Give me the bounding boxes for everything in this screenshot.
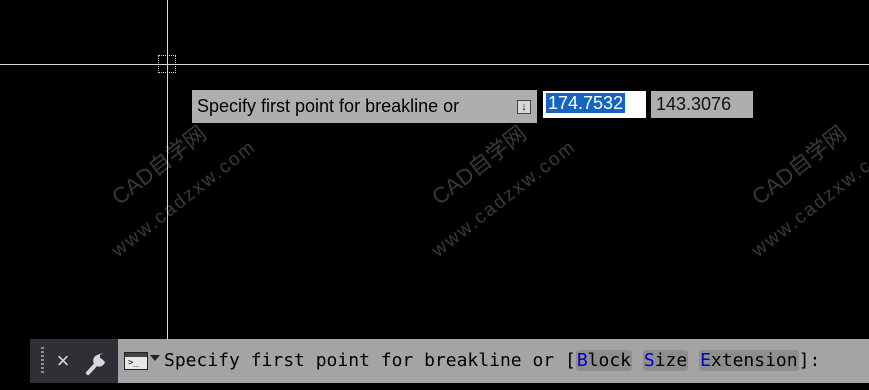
command-line: × >_ Specify first point for breakline o…: [30, 339, 869, 383]
crosshair-vertical: [167, 0, 168, 339]
option-size[interactable]: Size: [642, 350, 689, 371]
drawing-canvas[interactable]: CAD自学网 www.cadzxw.com CAD自学网 www.cadzxw.…: [0, 0, 869, 390]
watermark-site: www.cadzxw.com: [748, 136, 869, 262]
command-window-icon[interactable]: >_: [124, 352, 148, 370]
watermark-brand: CAD自学网: [747, 120, 852, 210]
crosshair-horizontal: [0, 64, 869, 65]
option-key: S: [643, 350, 655, 371]
close-icon[interactable]: ×: [52, 348, 74, 374]
watermark-site: www.cadzxw.com: [428, 136, 581, 262]
watermark-brand: CAD自学网: [107, 120, 212, 210]
option-rest: xtension: [710, 350, 798, 371]
option-key: B: [576, 350, 588, 371]
watermark-site: www.cadzxw.com: [108, 136, 261, 262]
wrench-icon[interactable]: [84, 346, 110, 376]
command-line-controls: ×: [30, 339, 118, 383]
command-suffix: ]:: [798, 350, 821, 371]
watermark-brand: CAD自学网: [427, 120, 532, 210]
x-coordinate-input[interactable]: 174.7532: [543, 91, 646, 118]
option-block[interactable]: Block: [575, 350, 633, 371]
cursor-pickbox: [158, 55, 176, 73]
command-prompt: Specify first point for breakline or [: [164, 350, 576, 371]
options-arrow-icon[interactable]: ↓: [517, 100, 531, 114]
dynamic-input-prompt: Specify first point for breakline or: [192, 90, 537, 123]
option-key: E: [700, 350, 711, 371]
y-coordinate-input[interactable]: 143.3076: [651, 91, 753, 118]
option-extension[interactable]: Extension: [699, 350, 799, 371]
command-line-text[interactable]: Specify first point for breakline or [Bl…: [164, 339, 820, 383]
grip-handle[interactable]: [41, 347, 44, 375]
chevron-down-icon[interactable]: [150, 355, 160, 361]
option-rest: lock: [587, 350, 632, 371]
option-rest: ize: [654, 350, 688, 371]
x-coordinate-value: 174.7532: [546, 93, 626, 113]
